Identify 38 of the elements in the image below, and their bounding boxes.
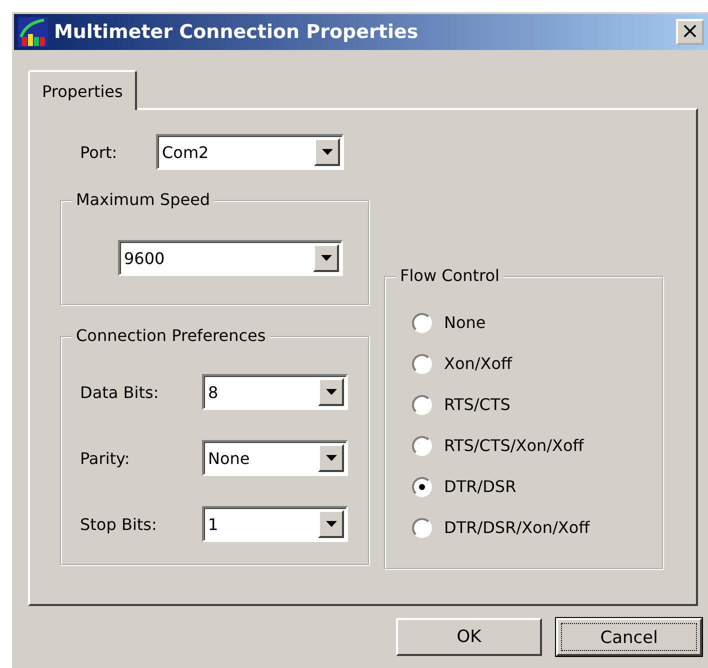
radio-button[interactable] xyxy=(412,436,432,456)
caret-icon xyxy=(326,521,336,527)
radio-option[interactable]: None xyxy=(412,310,662,335)
tab[interactable]: Properties xyxy=(28,70,137,110)
radio-button[interactable] xyxy=(412,394,432,414)
dropdown-field[interactable]: Com2 xyxy=(156,134,344,170)
radio-option[interactable]: RTS/CTS xyxy=(412,392,662,417)
dropdown-field[interactable]: 1 xyxy=(202,506,348,542)
caret-icon xyxy=(322,149,332,155)
dropdown-button[interactable] xyxy=(313,244,339,272)
radio-button[interactable] xyxy=(412,518,432,538)
radio-option[interactable]: DTR/DSR/Xon/Xoff xyxy=(412,515,662,540)
dialog-button[interactable]: OK xyxy=(396,618,542,656)
dropdown-button[interactable] xyxy=(318,378,344,406)
field-label: Parity: xyxy=(80,448,131,468)
dropdown-field[interactable]: None xyxy=(202,440,348,476)
field-label: Stop Bits: xyxy=(80,514,158,534)
dropdown-button[interactable] xyxy=(318,444,344,472)
meter-icon xyxy=(18,17,48,47)
radio-button[interactable] xyxy=(412,354,432,374)
group-title: Maximum Speed xyxy=(72,190,214,209)
dropdown-field[interactable]: 9600 xyxy=(118,240,343,276)
close-button[interactable]: × xyxy=(676,19,704,45)
radio-option[interactable]: DTR/DSR xyxy=(412,474,662,499)
radio-button[interactable] xyxy=(412,312,432,332)
radio-option[interactable]: Xon/Xoff xyxy=(412,351,662,376)
radio-option[interactable]: RTS/CTS/Xon/Xoff xyxy=(412,433,662,458)
dialog-button[interactable]: Cancel xyxy=(556,618,702,656)
port-label: Port: xyxy=(79,142,118,162)
caret-icon xyxy=(326,389,336,395)
radio-button[interactable] xyxy=(412,476,432,496)
window-title: Multimeter Connection Properties xyxy=(54,21,420,43)
dropdown-button[interactable] xyxy=(318,510,344,538)
dropdown-field[interactable]: 8 xyxy=(202,374,348,410)
caret-icon xyxy=(326,455,336,461)
dropdown-button[interactable] xyxy=(314,138,340,166)
caret-icon xyxy=(320,255,332,261)
field-label: Data Bits: xyxy=(80,382,160,402)
